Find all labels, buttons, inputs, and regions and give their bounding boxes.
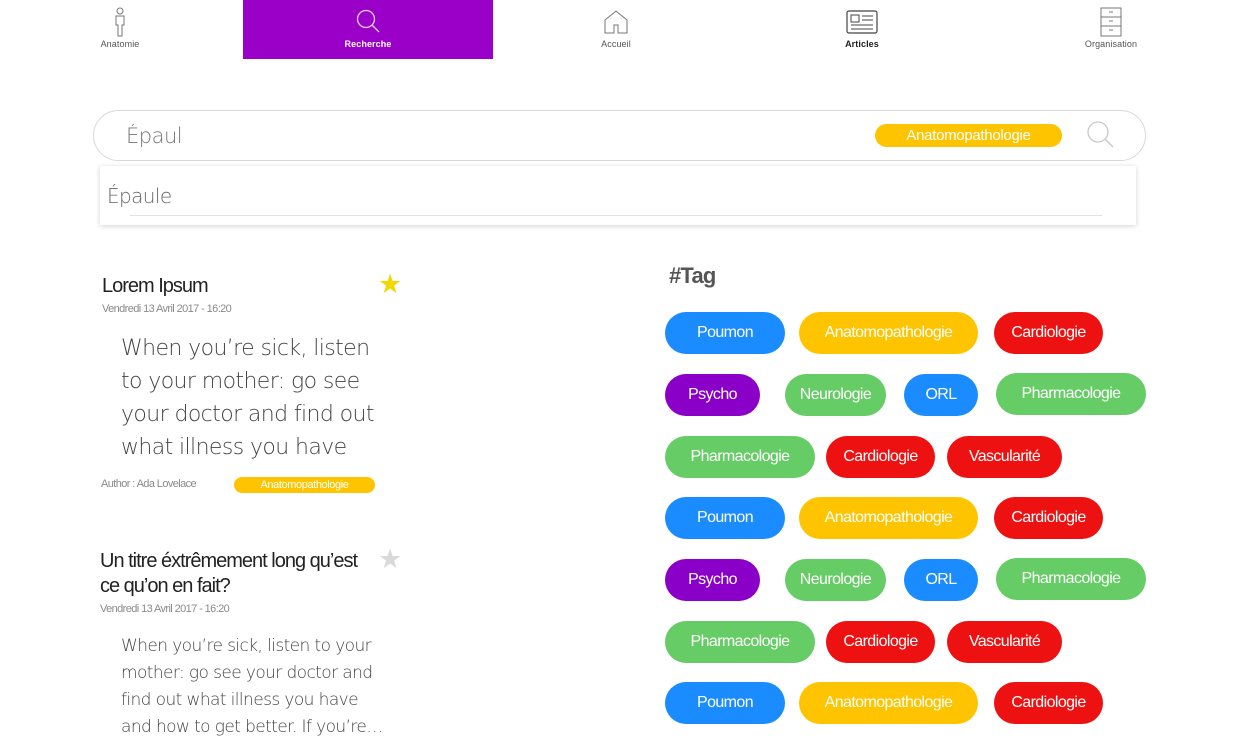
article-card: Un titre éxtrêmement long qu’est ce qu’o… bbox=[100, 549, 410, 741]
tag-pill[interactable]: Cardiologie bbox=[994, 682, 1103, 724]
nav-label: Organisation bbox=[1084, 39, 1138, 49]
article-card: Lorem Ipsum Vendredi 13 Avril 2017 - 16:… bbox=[100, 274, 410, 462]
search-icon bbox=[1086, 120, 1116, 155]
search-bar: Anatomopathologie bbox=[93, 110, 1146, 161]
nav-item-anatomie[interactable]: Anatomie bbox=[0, 0, 245, 59]
nav-item-articles[interactable]: Articles bbox=[737, 0, 987, 59]
article-title[interactable]: Un titre éxtrêmement long qu’est ce qu’o… bbox=[100, 549, 370, 599]
tag-pill[interactable]: Vascularité bbox=[947, 621, 1062, 663]
tag-pill[interactable]: Cardiologie bbox=[994, 497, 1103, 539]
search-filter-badge[interactable]: Anatomopathologie bbox=[875, 124, 1062, 147]
tag-pill[interactable]: Psycho bbox=[665, 559, 760, 601]
nav-item-recherche[interactable]: Recherche bbox=[243, 0, 493, 59]
home-icon bbox=[603, 7, 629, 37]
tag-pill[interactable]: ORL bbox=[904, 559, 978, 601]
nav-label: Recherche bbox=[344, 39, 392, 49]
tag-pill[interactable]: Vascularité bbox=[947, 436, 1062, 478]
suggestion-item[interactable]: Épaule bbox=[107, 184, 172, 208]
tag-pill[interactable]: Psycho bbox=[665, 374, 760, 416]
tag-pill[interactable]: Anatomopathologie bbox=[799, 312, 978, 354]
search-button[interactable] bbox=[1086, 120, 1116, 155]
article-excerpt: When you’re sick, listen to your mother:… bbox=[121, 636, 383, 737]
newspaper-icon bbox=[846, 7, 878, 37]
article-title[interactable]: Lorem Ipsum bbox=[100, 274, 410, 299]
article-date: Vendredi 13 Avril 2017 - 16:20 bbox=[100, 603, 230, 615]
tag-pill[interactable]: Neurologie bbox=[785, 374, 886, 416]
search-suggestions: Épaule bbox=[100, 166, 1136, 225]
tag-pill[interactable]: Anatomopathologie bbox=[799, 497, 978, 539]
tag-pill[interactable]: Poumon bbox=[665, 497, 785, 539]
star-icon[interactable]: ★ bbox=[378, 546, 402, 573]
nav-item-accueil[interactable]: Accueil bbox=[491, 0, 741, 59]
top-nav: Anatomie Recherche Accueil Articles Orga… bbox=[0, 0, 1240, 59]
body-icon bbox=[112, 7, 128, 37]
tag-pill[interactable]: Pharmacologie bbox=[996, 373, 1146, 415]
nav-label: Anatomie bbox=[100, 39, 140, 49]
star-icon[interactable]: ★ bbox=[378, 271, 402, 298]
tags-heading: #Tag bbox=[669, 263, 716, 288]
nav-item-organisation[interactable]: Organisation bbox=[986, 0, 1236, 59]
tag-pill[interactable]: Anatomopathologie bbox=[799, 682, 978, 724]
cabinet-icon bbox=[1100, 7, 1122, 37]
tag-pill[interactable]: Neurologie bbox=[785, 559, 886, 601]
search-input[interactable] bbox=[126, 120, 826, 152]
article-excerpt: When you’re sick, listen to your mother:… bbox=[121, 336, 374, 460]
nav-label: Articles bbox=[845, 39, 879, 49]
nav-label: Accueil bbox=[601, 39, 631, 49]
tag-pill[interactable]: ORL bbox=[904, 374, 978, 416]
tag-pill[interactable]: Poumon bbox=[665, 682, 785, 724]
tag-pill[interactable]: Cardiologie bbox=[826, 436, 935, 478]
article-date: Vendredi 13 Avril 2017 - 16:20 bbox=[102, 303, 232, 315]
search-icon bbox=[354, 7, 382, 37]
tag-pill[interactable]: Cardiologie bbox=[826, 621, 935, 663]
tag-pill[interactable]: Pharmacologie bbox=[996, 558, 1146, 600]
article-author: Author : Ada Lovelace bbox=[101, 478, 197, 490]
tag-pill[interactable]: Pharmacologie bbox=[665, 436, 815, 478]
article-tag[interactable]: Anatomopathologie bbox=[234, 477, 375, 493]
divider bbox=[130, 215, 1102, 216]
tag-pill[interactable]: Poumon bbox=[665, 312, 785, 354]
tag-pill[interactable]: Pharmacologie bbox=[665, 621, 815, 663]
tag-pill[interactable]: Cardiologie bbox=[994, 312, 1103, 354]
